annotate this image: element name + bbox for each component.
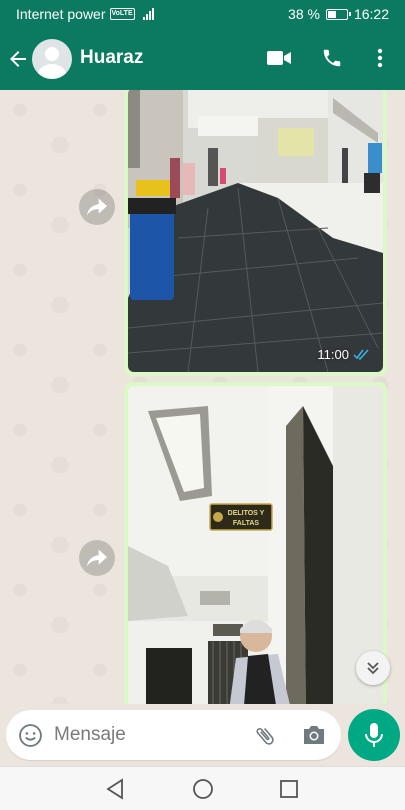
avatar[interactable] [32,39,72,79]
more-options-icon[interactable] [370,47,390,69]
carrier-label: Internet power [16,6,106,22]
mic-button[interactable] [348,709,400,761]
mic-icon [365,723,383,747]
emoji-icon[interactable] [18,723,43,748]
sign-text-line2: FALTAS [233,520,260,527]
sign-text-line1: DELITOS Y [228,510,265,517]
image-message[interactable]: 11:00 [124,90,387,376]
video-call-icon[interactable] [267,49,291,67]
forward-button[interactable] [79,189,115,225]
status-left: Internet power VoLTE [16,6,154,22]
message-time-text: 11:00 [317,347,349,362]
compose-bar [0,704,405,766]
chat-header: Huaraz [0,28,405,90]
nav-home-icon[interactable] [192,778,214,800]
system-nav-bar [0,766,405,810]
camera-icon[interactable] [302,724,326,746]
contact-name[interactable]: Huaraz [80,47,143,69]
message-input-container[interactable] [6,710,341,760]
message-photo[interactable]: 11:00 [128,90,383,372]
clock: 16:22 [353,6,389,22]
message-input[interactable] [54,720,244,750]
hallway-photo [128,90,383,372]
phone-icon[interactable] [321,47,343,69]
image-message[interactable]: DELITOS Y FALTAS [124,382,387,704]
corridor-photo: DELITOS Y FALTAS [128,386,383,704]
read-ticks-icon [353,349,369,360]
back-arrow-icon[interactable] [6,47,30,71]
nav-back-icon[interactable] [105,778,125,800]
battery-level [327,10,336,18]
status-bar: Internet power VoLTE 38 % 16:22 [0,0,405,28]
chat-area[interactable]: 11:00 DELITOS Y FALTAS [0,90,405,704]
nav-recents-icon[interactable] [279,779,299,799]
forward-icon [87,549,107,567]
status-right: 38 % 16:22 [288,6,389,22]
attach-icon[interactable] [252,724,278,748]
battery-icon [325,8,351,20]
double-chevron-down-icon [367,662,379,675]
message-time: 11:00 [317,347,371,362]
message-photo[interactable]: DELITOS Y FALTAS [128,386,383,704]
forward-button[interactable] [79,540,115,576]
signal-icon [142,8,154,20]
battery-percent: 38 % [288,6,320,22]
volte-badge: VoLTE [109,8,135,20]
scroll-to-bottom-button[interactable] [356,651,390,685]
wall-sign: DELITOS Y FALTAS [209,503,273,531]
forward-icon [87,198,107,216]
